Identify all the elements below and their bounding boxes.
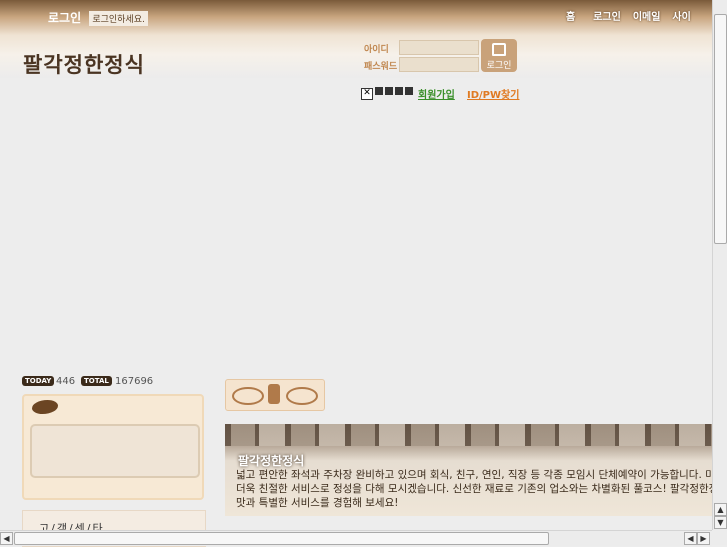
banner-description: 넓고 편안한 좌석과 주차장 완비하고 있으며 회식, 친구, 연인, 직장 등… [236, 468, 712, 510]
broken-image-icon: ✕ [361, 88, 373, 100]
nav-email[interactable]: 이메일 [633, 8, 673, 23]
swirl-icon [232, 387, 264, 405]
notice-box [30, 424, 200, 478]
scroll-right-button[interactable]: ▶ [697, 532, 710, 545]
id-label: 아이디 [364, 45, 389, 55]
roof-tiles-image [225, 424, 712, 446]
banner-line: 더욱 친절한 서비스로 정성을 다해 모시겠습니다. 신선한 재료로 기존의 업… [236, 483, 712, 495]
banner-line: 넓고 편안한 좌석과 주차장 완비하고 있으며 회식, 친구, 연인, 직장 등… [236, 469, 712, 481]
placeholder-square [395, 87, 403, 95]
banner-line: 맛과 특별한 서비스를 경험해 보세요! [236, 497, 399, 509]
nav-login[interactable]: 로그인 [593, 8, 633, 23]
today-count: 446 [56, 376, 76, 387]
notice-panel [22, 394, 204, 500]
banner-title: 팔각정한정식 [238, 454, 305, 468]
ornament-center [268, 384, 280, 404]
today-badge: TODAY [22, 376, 55, 386]
placeholder-square [385, 87, 393, 95]
scrollbar-corner [712, 530, 727, 545]
total-count: 167696 [115, 376, 154, 387]
scroll-left-button[interactable]: ◀ [0, 532, 13, 545]
site-header: 로그인 로그인하세요. 홈 로그인 이메일 사이 팔각정한정식 [0, 0, 712, 78]
password-label: 패스워드 [364, 62, 398, 72]
id-input[interactable] [399, 40, 479, 55]
ornament-decoration [225, 379, 325, 411]
intro-banner: 팔각정한정식 넓고 편안한 좌석과 주차장 완비하고 있으며 회식, 친구, 연… [225, 424, 712, 516]
placeholder-square [375, 87, 383, 95]
scroll-up-button[interactable]: ▲ [714, 503, 727, 516]
login-tab-subtext: 로그인하세요. [89, 11, 148, 26]
top-navigation: 홈 로그인 이메일 사이 [566, 8, 703, 23]
nav-sitemap[interactable]: 사이 [672, 8, 702, 23]
nav-home[interactable]: 홈 [566, 8, 593, 23]
bird-icon [32, 400, 58, 414]
scroll-left-button[interactable]: ◀ [684, 532, 697, 545]
scroll-down-button[interactable]: ▼ [714, 516, 727, 529]
vertical-scrollbar[interactable]: ▲ ▼ [712, 0, 727, 530]
site-title[interactable]: 팔각정한정식 [23, 49, 145, 79]
horizontal-scrollbar[interactable]: ◀ ◀ ▶ [0, 530, 712, 546]
placeholder-square [405, 87, 413, 95]
login-button[interactable]: 로그인 [481, 39, 517, 72]
total-badge: TOTAL [81, 376, 112, 386]
find-id-password-link[interactable]: ID/PW찾기 [467, 86, 519, 101]
login-button-label: 로그인 [486, 61, 512, 71]
login-tab[interactable]: 로그인 로그인하세요. [48, 9, 148, 26]
horizontal-scroll-thumb[interactable] [14, 532, 549, 545]
password-input[interactable] [399, 57, 479, 72]
vertical-scroll-thumb[interactable] [714, 14, 727, 244]
join-link[interactable]: 회원가입 [418, 86, 455, 101]
swirl-icon [286, 387, 318, 405]
login-tab-label: 로그인 [48, 11, 82, 25]
lock-icon [492, 43, 506, 56]
